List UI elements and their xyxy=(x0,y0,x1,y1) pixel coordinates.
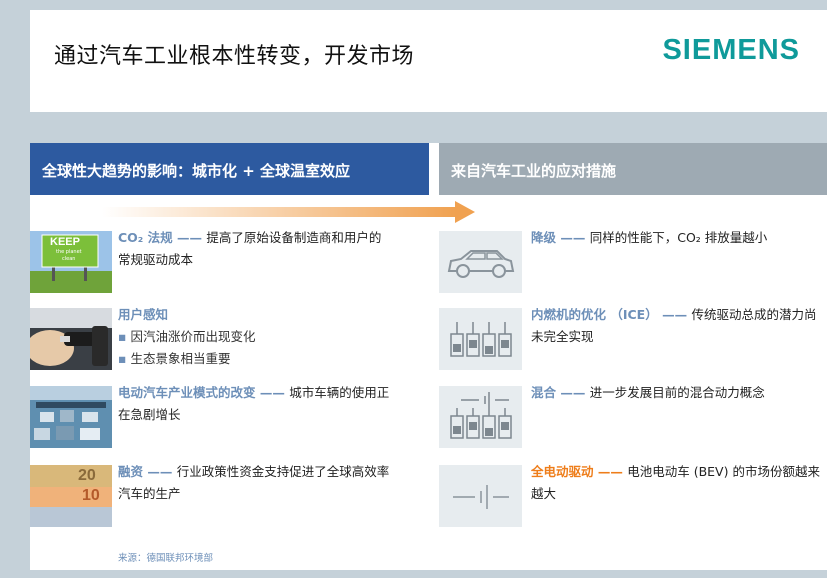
left-item-co2: CO₂ 法规 —— 提高了原始设备制造商和用户的常规驱动成本 xyxy=(118,227,393,271)
dash: —— xyxy=(143,464,177,479)
hybrid-engine-icon xyxy=(439,386,522,448)
dash: —— xyxy=(556,230,590,245)
title-bar: 通过汽车工业根本性转变，开发市场 SIEMENS xyxy=(30,10,827,112)
banknote-10: 10 xyxy=(82,487,100,504)
page-title: 通过汽车工业根本性转变，开发市场 xyxy=(54,44,415,69)
right-panel-heading: 来自汽车工业的应对措施 xyxy=(439,143,827,195)
text-hybrid: 进一步发展目前的混合动力概念 xyxy=(589,385,765,400)
trend-arrow-icon xyxy=(102,201,475,223)
content-panel: 全球性大趋势的影响：城市化 + 全球温室效应 来自汽车工业的应对措施 KEEP … xyxy=(30,143,827,570)
left-item-financing: 融资 —— 行业政策性资金支持促进了全球高效率汽车的生产 xyxy=(118,461,393,505)
source-note: 来源：德国联邦环境部 xyxy=(118,553,214,564)
traffic-jam-image xyxy=(30,386,112,448)
bullet-text: 因汽油涨价而出现变化 xyxy=(130,329,256,344)
keyword-downsizing: 降级 xyxy=(531,230,557,245)
dash: —— xyxy=(255,385,290,400)
right-item-ice: 内燃机的优化 （ICE） —— 传统驱动总成的潜力尚未完全实现 xyxy=(531,304,821,348)
dash: —— xyxy=(172,230,207,245)
keyword-co2: CO₂ 法规 xyxy=(118,230,173,245)
left-panel-heading: 全球性大趋势的影响：城市化 + 全球温室效应 xyxy=(30,143,429,195)
keyword-financing: 融资 xyxy=(118,464,144,479)
left-item-ev-model: 电动汽车产业模式的改变 —— 城市车辆的使用正在急剧增长 xyxy=(118,382,393,426)
fuel-nozzle-image xyxy=(30,308,112,370)
sign-text-planet: the planet xyxy=(56,249,82,255)
siemens-logo: SIEMENS xyxy=(662,34,800,66)
keyword-perception: 用户感知 xyxy=(118,307,169,322)
left-item-perception: 用户感知 ▪ 因汽油涨价而出现变化 ▪ 生态景象相当重要 xyxy=(118,304,393,370)
text-downsizing: 同样的性能下，CO₂ 排放量越小 xyxy=(589,230,768,245)
keyword-bev: 全电动驱动 xyxy=(531,464,594,479)
banknote-20: 20 xyxy=(78,467,96,484)
right-item-downsizing: 降级 —— 同样的性能下，CO₂ 排放量越小 xyxy=(531,227,821,249)
bullet-item: ▪ 因汽油涨价而出现变化 xyxy=(118,329,256,344)
euro-banknotes-image: 20 10 xyxy=(30,465,112,527)
sign-text-clean: clean xyxy=(62,256,76,262)
sign-text-keep: KEEP xyxy=(50,236,80,248)
car-icon xyxy=(439,231,522,293)
keyword-ice: 内燃机的优化 （ICE） xyxy=(531,307,658,322)
right-item-hybrid: 混合 —— 进一步发展目前的混合动力概念 xyxy=(531,382,821,404)
engine-cylinders-icon xyxy=(439,308,522,370)
battery-icon xyxy=(439,465,522,527)
keyword-hybrid: 混合 xyxy=(531,385,557,400)
dash: —— xyxy=(657,307,692,322)
keep-planet-clean-image: KEEP the planet clean xyxy=(30,231,112,293)
right-item-bev: 全电动驱动 —— 电池电动车 (BEV) 的市场份额越来越大 xyxy=(531,461,821,505)
dash: —— xyxy=(556,385,590,400)
keyword-ev-model: 电动汽车产业模式的改变 xyxy=(118,385,256,400)
dash: —— xyxy=(593,464,628,479)
bullet-item: ▪ 生态景象相当重要 xyxy=(118,351,231,366)
bullet-text: 生态景象相当重要 xyxy=(130,351,231,366)
